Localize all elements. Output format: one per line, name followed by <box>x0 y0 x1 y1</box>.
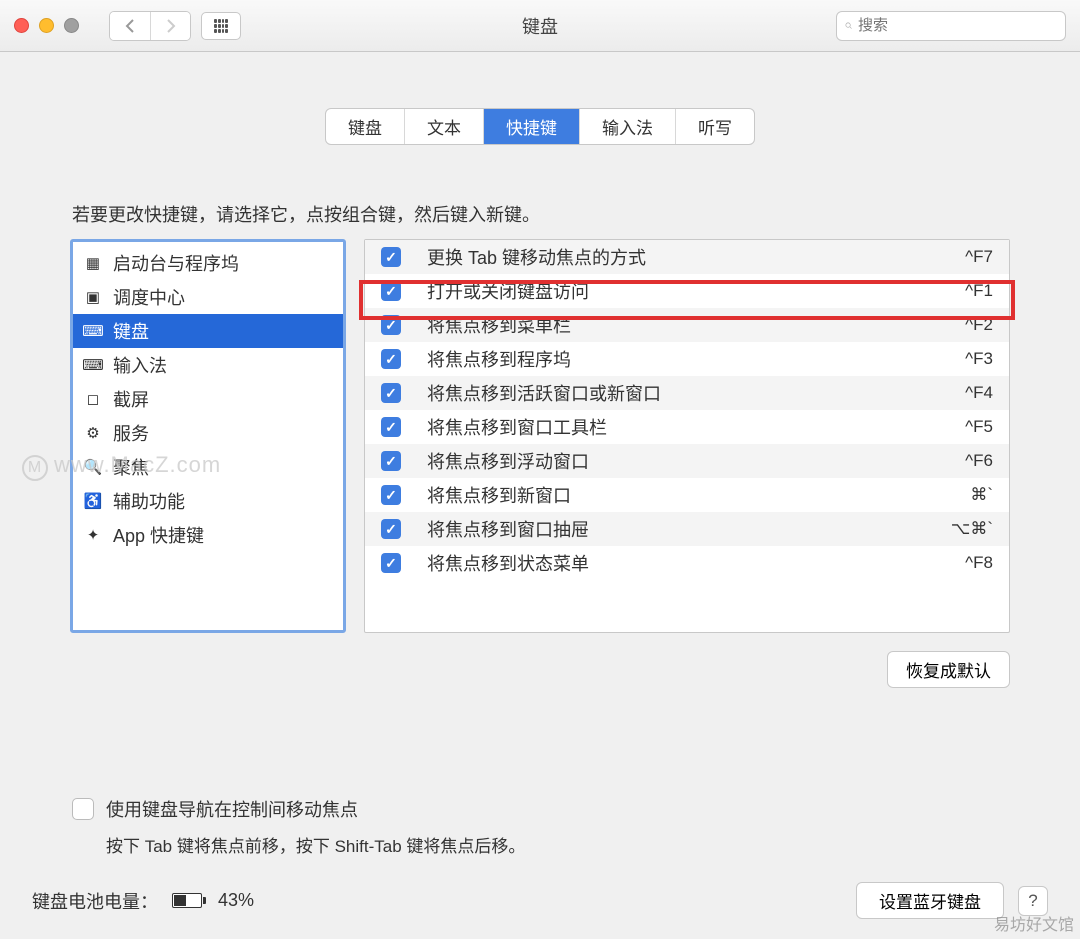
shortcut-key[interactable]: ^F5 <box>965 417 993 437</box>
shortcut-row[interactable]: 更换 Tab 键移动焦点的方式^F7 <box>365 240 1009 274</box>
shortcut-row[interactable]: 将焦点移到窗口抽屉⌥⌘` <box>365 512 1009 546</box>
shortcut-checkbox[interactable] <box>381 417 401 437</box>
sidebar-item-8[interactable]: ✦ App 快捷键 <box>73 518 343 552</box>
keyboard-nav-label: 使用键盘导航在控制间移动焦点 <box>106 796 358 822</box>
sidebar-item-label: 辅助功能 <box>113 488 185 514</box>
shortcut-checkbox[interactable] <box>381 349 401 369</box>
close-window-button[interactable] <box>14 18 29 33</box>
sidebar-item-label: 服务 <box>113 420 149 446</box>
tabs: 键盘文本快捷键输入法听写 <box>20 108 1060 145</box>
services-icon: ⚙ <box>83 423 103 443</box>
shortcut-row[interactable]: 将焦点移到菜单栏^F2 <box>365 308 1009 342</box>
sidebar-item-label: 截屏 <box>113 386 149 412</box>
search-field[interactable] <box>836 11 1066 41</box>
sidebar-item-2[interactable]: ⌨ 键盘 <box>73 314 343 348</box>
shortcut-label: 将焦点移到窗口工具栏 <box>427 414 965 440</box>
shortcut-label: 更换 Tab 键移动焦点的方式 <box>427 244 965 270</box>
sidebar-item-label: 调度中心 <box>113 284 185 310</box>
shortcut-row[interactable]: 打开或关闭键盘访问^F1 <box>365 274 1009 308</box>
shortcuts-list: 更换 Tab 键移动焦点的方式^F7打开或关闭键盘访问^F1将焦点移到菜单栏^F… <box>364 239 1010 633</box>
shortcut-label: 将焦点移到窗口抽屉 <box>427 516 951 542</box>
shortcut-row[interactable]: 将焦点移到活跃窗口或新窗口^F4 <box>365 376 1009 410</box>
keyboard-nav-checkbox[interactable] <box>72 798 94 820</box>
sidebar-item-1[interactable]: ▣ 调度中心 <box>73 280 343 314</box>
app-shortcuts-icon: ✦ <box>83 525 103 545</box>
instruction-text: 若要更改快捷键，请选择它，点按组合键，然后键入新键。 <box>72 201 1060 227</box>
watermark: Mwww.MacZ.com <box>22 452 221 481</box>
keyboard-icon: ⌨ <box>83 321 103 341</box>
watermark-corner: 易坊好文馆 <box>994 911 1074 935</box>
category-sidebar: ▦启动台与程序坞▣调度中心⌨键盘⌨输入法◻截屏⚙服务🔍聚焦♿辅助功能✦App 快… <box>70 239 346 633</box>
window-title: 键盘 <box>522 13 558 39</box>
shortcut-row[interactable]: 将焦点移到状态菜单^F8 <box>365 546 1009 580</box>
shortcut-label: 打开或关闭键盘访问 <box>427 278 965 304</box>
nav-buttons <box>109 11 191 41</box>
shortcut-key[interactable]: ^F1 <box>965 281 993 301</box>
shortcut-key[interactable]: ^F3 <box>965 349 993 369</box>
bluetooth-keyboard-button[interactable]: 设置蓝牙键盘 <box>856 882 1004 919</box>
mission-control-icon: ▣ <box>83 287 103 307</box>
accessibility-icon: ♿ <box>83 491 103 511</box>
shortcut-key[interactable]: ^F6 <box>965 451 993 471</box>
shortcut-label: 将焦点移到状态菜单 <box>427 550 965 576</box>
shortcut-checkbox[interactable] <box>381 383 401 403</box>
input-source-icon: ⌨ <box>83 355 103 375</box>
shortcut-checkbox[interactable] <box>381 315 401 335</box>
forward-button[interactable] <box>150 12 190 40</box>
shortcut-label: 将焦点移到程序坞 <box>427 346 965 372</box>
shortcut-checkbox[interactable] <box>381 553 401 573</box>
window-controls <box>14 18 79 33</box>
search-input[interactable] <box>858 17 1057 34</box>
grid-icon <box>214 19 228 33</box>
shortcut-key[interactable]: ⌥⌘` <box>951 519 993 539</box>
sidebar-item-5[interactable]: ⚙ 服务 <box>73 416 343 450</box>
sidebar-item-7[interactable]: ♿ 辅助功能 <box>73 484 343 518</box>
battery-icon <box>172 893 206 908</box>
shortcut-row[interactable]: 将焦点移到窗口工具栏^F5 <box>365 410 1009 444</box>
fullscreen-window-button[interactable] <box>64 18 79 33</box>
shortcut-checkbox[interactable] <box>381 519 401 539</box>
titlebar: 键盘 <box>0 0 1080 52</box>
shortcut-checkbox[interactable] <box>381 247 401 267</box>
restore-defaults-button[interactable]: 恢复成默认 <box>887 651 1010 688</box>
tab-键盘[interactable]: 键盘 <box>326 109 405 144</box>
sidebar-item-label: 启动台与程序坞 <box>113 250 239 276</box>
shortcut-label: 将焦点移到新窗口 <box>427 482 970 508</box>
shortcut-key[interactable]: ^F4 <box>965 383 993 403</box>
shortcut-checkbox[interactable] <box>381 485 401 505</box>
minimize-window-button[interactable] <box>39 18 54 33</box>
shortcut-row[interactable]: 将焦点移到新窗口⌘` <box>365 478 1009 512</box>
back-button[interactable] <box>110 12 150 40</box>
shortcut-key[interactable]: ^F8 <box>965 553 993 573</box>
sidebar-item-label: App 快捷键 <box>113 522 204 548</box>
tab-输入法[interactable]: 输入法 <box>580 109 676 144</box>
dashboard-icon: ▦ <box>83 253 103 273</box>
battery-percent: 43% <box>218 890 254 911</box>
tab-快捷键[interactable]: 快捷键 <box>484 109 580 144</box>
search-icon <box>845 18 852 33</box>
shortcut-label: 将焦点移到活跃窗口或新窗口 <box>427 380 965 406</box>
shortcut-label: 将焦点移到浮动窗口 <box>427 448 965 474</box>
shortcut-key[interactable]: ⌘` <box>970 485 993 505</box>
shortcut-row[interactable]: 将焦点移到浮动窗口^F6 <box>365 444 1009 478</box>
shortcut-label: 将焦点移到菜单栏 <box>427 312 965 338</box>
shortcut-key[interactable]: ^F7 <box>965 247 993 267</box>
sidebar-item-label: 输入法 <box>113 352 167 378</box>
battery-label: 键盘电池电量： <box>32 888 158 914</box>
tab-听写[interactable]: 听写 <box>676 109 754 144</box>
tab-文本[interactable]: 文本 <box>405 109 484 144</box>
sidebar-item-label: 键盘 <box>113 318 149 344</box>
show-all-button[interactable] <box>201 12 241 40</box>
screenshot-icon: ◻ <box>83 389 103 409</box>
sidebar-item-0[interactable]: ▦ 启动台与程序坞 <box>73 246 343 280</box>
footer: 键盘电池电量： 43% 设置蓝牙键盘 ? <box>0 882 1080 919</box>
shortcut-checkbox[interactable] <box>381 451 401 471</box>
shortcut-key[interactable]: ^F2 <box>965 315 993 335</box>
shortcut-checkbox[interactable] <box>381 281 401 301</box>
shortcut-row[interactable]: 将焦点移到程序坞^F3 <box>365 342 1009 376</box>
sidebar-item-3[interactable]: ⌨ 输入法 <box>73 348 343 382</box>
sidebar-item-4[interactable]: ◻ 截屏 <box>73 382 343 416</box>
keyboard-nav-hint: 按下 Tab 键将焦点前移，按下 Shift-Tab 键将焦点后移。 <box>106 832 1060 857</box>
